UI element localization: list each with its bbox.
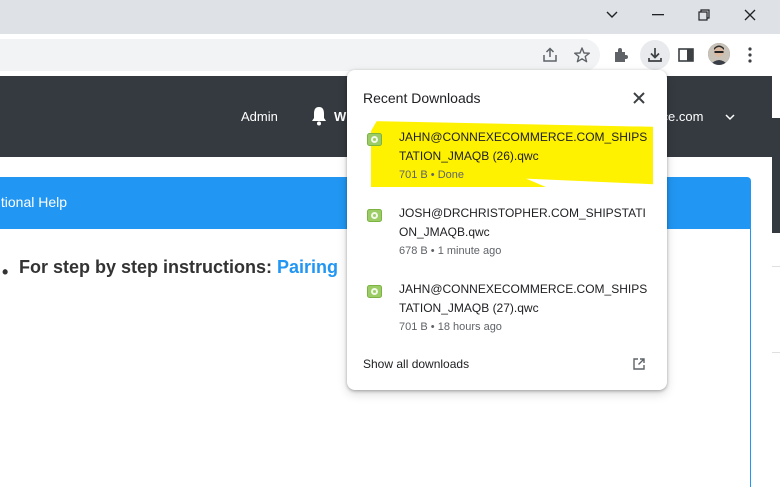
star-icon bbox=[574, 47, 590, 63]
address-bar[interactable] bbox=[0, 39, 600, 71]
extensions-icon bbox=[615, 48, 628, 62]
qwc-file-icon bbox=[367, 209, 382, 222]
help-panel-title: ditional Help bbox=[0, 194, 68, 210]
bookmark-button[interactable] bbox=[570, 43, 594, 67]
show-all-downloads-link[interactable]: Show all downloads bbox=[363, 357, 469, 371]
list-bullet: • bbox=[2, 262, 9, 282]
window-titlebar bbox=[0, 0, 780, 34]
share-icon bbox=[543, 47, 557, 62]
download-filename: JAHN@CONNEXECOMMERCE.COM_SHIPSTATION_JMA… bbox=[399, 130, 648, 163]
close-window-button[interactable] bbox=[727, 0, 773, 30]
minimize-icon bbox=[652, 14, 664, 16]
restore-button[interactable] bbox=[681, 0, 727, 30]
more-menu-button[interactable] bbox=[738, 43, 762, 67]
step-instructions-text: For step by step instructions: bbox=[19, 257, 278, 277]
downloads-title: Recent Downloads bbox=[363, 90, 481, 106]
download-status: 701 B • Done bbox=[399, 169, 465, 181]
pairing-link[interactable]: Pairing bbox=[277, 257, 338, 277]
side-panel-button[interactable] bbox=[674, 43, 698, 67]
divider bbox=[772, 266, 780, 267]
downloads-bubble: Recent Downloads JAHN@CONNEXECOMMERCE.CO… bbox=[347, 70, 667, 390]
close-icon[interactable] bbox=[631, 90, 647, 106]
nav-notifications-label[interactable]: W bbox=[334, 109, 346, 124]
download-status: 678 B • 1 minute ago bbox=[399, 245, 502, 257]
page-scroll-edge bbox=[772, 34, 780, 487]
avatar[interactable] bbox=[708, 43, 730, 65]
tab-search-button[interactable] bbox=[589, 0, 635, 30]
download-icon-wrap bbox=[643, 43, 667, 67]
download-filename: JAHN@CONNEXECOMMERCE.COM_SHIPSTATION_JMA… bbox=[399, 282, 648, 315]
qwc-file-icon bbox=[367, 133, 382, 146]
navbar-edge bbox=[772, 118, 780, 233]
side-panel-icon bbox=[678, 48, 694, 62]
minimize-button[interactable] bbox=[635, 0, 681, 30]
chevron-down-icon bbox=[606, 11, 618, 18]
divider bbox=[772, 352, 780, 353]
download-icon bbox=[648, 48, 662, 62]
download-filename: JOSH@DRCHRISTOPHER.COM_SHIPSTATION_JMAQB… bbox=[399, 206, 646, 239]
share-button[interactable] bbox=[538, 43, 562, 67]
download-status: 701 B • 18 hours ago bbox=[399, 321, 502, 333]
close-icon bbox=[744, 9, 756, 21]
more-icon bbox=[748, 47, 752, 63]
extensions-button[interactable] bbox=[609, 43, 633, 67]
open-external-icon[interactable] bbox=[632, 357, 646, 371]
download-item[interactable]: JAHN@CONNEXECOMMERCE.COM_SHIPSTATION_JMA… bbox=[347, 120, 667, 192]
nav-admin-link[interactable]: Admin bbox=[241, 109, 278, 124]
qwc-file-icon bbox=[367, 285, 382, 298]
chevron-down-icon[interactable] bbox=[724, 112, 736, 122]
restore-icon bbox=[698, 9, 710, 21]
step-instructions: For step by step instructions: Pairing bbox=[19, 257, 338, 278]
bell-icon[interactable] bbox=[310, 106, 328, 126]
download-item[interactable]: JOSH@DRCHRISTOPHER.COM_SHIPSTATION_JMAQB… bbox=[347, 196, 667, 268]
download-item[interactable]: JAHN@CONNEXECOMMERCE.COM_SHIPSTATION_JMA… bbox=[347, 272, 667, 344]
profile-avatar-image bbox=[708, 43, 730, 65]
